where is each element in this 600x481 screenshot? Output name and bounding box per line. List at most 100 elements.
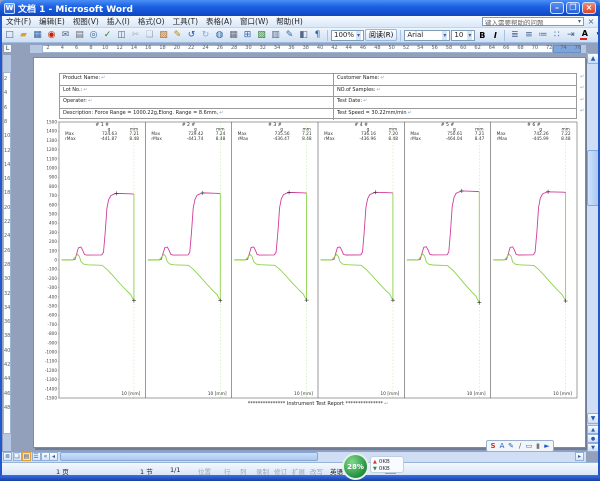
panel-rmax-g: -445.99: [532, 136, 549, 142]
bold-button[interactable]: B: [476, 29, 488, 41]
h-ruler-number: 30: [245, 45, 251, 51]
h-ruler-number: 52: [403, 45, 409, 51]
format-painter-icon[interactable]: ✎: [171, 29, 184, 42]
text-tool-icon[interactable]: A: [498, 442, 506, 451]
horizontal-scroll-thumb[interactable]: [60, 452, 318, 461]
network-monitor-badge[interactable]: 28%: [342, 453, 369, 480]
word-window: W 文档 1 - Microsoft Word – ❐ × 文件(F)编辑(E)…: [0, 0, 600, 481]
columns-icon[interactable]: ▥: [269, 29, 282, 42]
new-document-icon[interactable]: □: [3, 29, 16, 42]
undo-icon[interactable]: ↺: [185, 29, 198, 42]
panel-rmax-g: -441.74: [187, 136, 204, 142]
print-icon[interactable]: ▤: [73, 29, 86, 42]
y-axis-tick-label: 1500: [46, 120, 57, 125]
y-axis-tick-label: -500: [47, 304, 57, 309]
document-close-icon[interactable]: ×: [586, 17, 596, 26]
read-layout-button[interactable]: 阅读(R): [365, 29, 397, 41]
close-button[interactable]: ×: [582, 2, 596, 14]
menu-item-8[interactable]: 帮助(H): [272, 17, 307, 26]
download-arrow-icon: ▼: [373, 466, 377, 472]
v-ruler-number: 48: [4, 405, 10, 411]
highlight-tool-icon[interactable]: ▮: [534, 442, 542, 451]
permission-icon[interactable]: ◉: [45, 29, 58, 42]
menu-item-1[interactable]: 编辑(E): [35, 17, 69, 26]
end-of-row-mark: ↵: [580, 97, 584, 103]
scroll-right-icon[interactable]: ▸: [575, 452, 584, 461]
tables-borders-icon[interactable]: ▦: [227, 29, 240, 42]
horizontal-scrollbar[interactable]: ≣❏▤☰« ◂ ▸: [0, 452, 586, 462]
menu-item-5[interactable]: 工具(T): [169, 17, 202, 26]
minimize-button[interactable]: –: [550, 2, 564, 14]
indent-icon[interactable]: ⇥: [564, 29, 577, 42]
print-preview-icon[interactable]: ◎: [87, 29, 100, 42]
arrow-tool-icon[interactable]: ►: [543, 442, 551, 451]
cell-lot-no: Lot No.:: [63, 87, 82, 93]
scroll-left-icon[interactable]: ◂: [49, 452, 58, 461]
panel-rmax-mm: 8.48: [302, 136, 312, 142]
web-layout-view-button[interactable]: ❏: [13, 452, 22, 461]
menu-bar: 文件(F)编辑(E)视图(V)插入(I)格式(O)工具(T)表格(A)窗口(W)…: [0, 16, 600, 28]
h-ruler-number: 2: [46, 45, 49, 51]
zoom-select[interactable]: 100%▾: [331, 30, 364, 41]
email-icon[interactable]: ✉: [59, 29, 72, 42]
y-axis-tick-label: -900: [47, 340, 57, 345]
italic-button[interactable]: I: [489, 29, 501, 41]
status-item-2: 1/1: [170, 466, 180, 474]
research-icon[interactable]: ◫: [115, 29, 128, 42]
redo-icon[interactable]: ↻: [199, 29, 212, 42]
menu-item-3[interactable]: 插入(I): [103, 17, 134, 26]
pen-tool-icon[interactable]: ✎: [507, 442, 515, 451]
hyperlink-icon[interactable]: ◍: [213, 29, 226, 42]
report-footer: *************** Instrument Test Report *…: [59, 401, 577, 407]
document-page[interactable]: Product Name:↵ Customer Name:↵ Lot No.:↵…: [33, 57, 586, 448]
show-hide-icon[interactable]: ¶: [311, 29, 324, 42]
spelling-icon[interactable]: ✓: [101, 29, 114, 42]
y-axis-tick-label: 200: [49, 239, 57, 244]
h-ruler-number: 56: [431, 45, 437, 51]
h-ruler-number: 34: [274, 45, 280, 51]
menu-item-7[interactable]: 窗口(W): [236, 17, 272, 26]
vertical-ruler: 2468101214161820222426283032343638404244…: [3, 55, 11, 451]
panel-rmax-g: -441.87: [100, 136, 117, 142]
title-bar: W 文档 1 - Microsoft Word – ❐ ×: [0, 0, 600, 16]
font-size-select[interactable]: 10▾: [451, 30, 475, 41]
capture-icon[interactable]: S: [489, 442, 497, 451]
menu-item-0[interactable]: 文件(F): [2, 17, 35, 26]
v-ruler-number: 18: [4, 190, 10, 196]
h-ruler-number: 36: [288, 45, 294, 51]
line-tool-icon[interactable]: ∕: [516, 442, 524, 451]
font-color-button[interactable]: A: [578, 29, 591, 42]
restore-button[interactable]: ❐: [566, 2, 580, 14]
paste-icon[interactable]: ▨: [157, 29, 170, 42]
font-name-select[interactable]: Arial▾: [404, 30, 450, 41]
y-axis-tick-label: 300: [49, 230, 57, 235]
print-layout-view-button[interactable]: ▤: [22, 452, 31, 461]
menu-item-6[interactable]: 表格(A): [202, 17, 236, 26]
panel-x-axis-label: 10 [mm]: [294, 391, 313, 397]
bullet-list-icon[interactable]: ∷: [550, 29, 563, 42]
cut-icon[interactable]: ✂: [129, 29, 142, 42]
v-ruler-number: 16: [4, 176, 10, 182]
rect-tool-icon[interactable]: ▭: [525, 442, 533, 451]
insert-table-icon[interactable]: ⊞: [241, 29, 254, 42]
panel-rmax-mm: 8.47: [475, 136, 485, 142]
insert-excel-icon[interactable]: ▧: [255, 29, 268, 42]
save-icon[interactable]: ▦: [31, 29, 44, 42]
line-spacing-icon[interactable]: ≡: [522, 29, 535, 42]
numbered-list-icon[interactable]: ≔: [536, 29, 549, 42]
tab-selector[interactable]: L: [3, 44, 12, 53]
copy-icon[interactable]: ❏: [143, 29, 156, 42]
menu-item-2[interactable]: 视图(V): [69, 17, 103, 26]
drawing-icon[interactable]: ✎: [283, 29, 296, 42]
help-question-input[interactable]: 键入需要帮助的问题 ▾: [482, 17, 584, 26]
y-axis-tick-label: 900: [49, 175, 57, 180]
open-icon[interactable]: ▰: [17, 29, 30, 42]
outline-view-button[interactable]: ☰: [32, 452, 41, 461]
h-ruler-number: 48: [374, 45, 380, 51]
justify-icon[interactable]: ≣: [508, 29, 521, 42]
normal-view-button[interactable]: ≣: [3, 452, 12, 461]
chevron-down-icon[interactable]: ▾: [578, 18, 581, 25]
y-axis-tick-label: -1500: [45, 396, 58, 401]
document-map-icon[interactable]: ◧: [297, 29, 310, 42]
menu-item-4[interactable]: 格式(O): [134, 17, 169, 26]
